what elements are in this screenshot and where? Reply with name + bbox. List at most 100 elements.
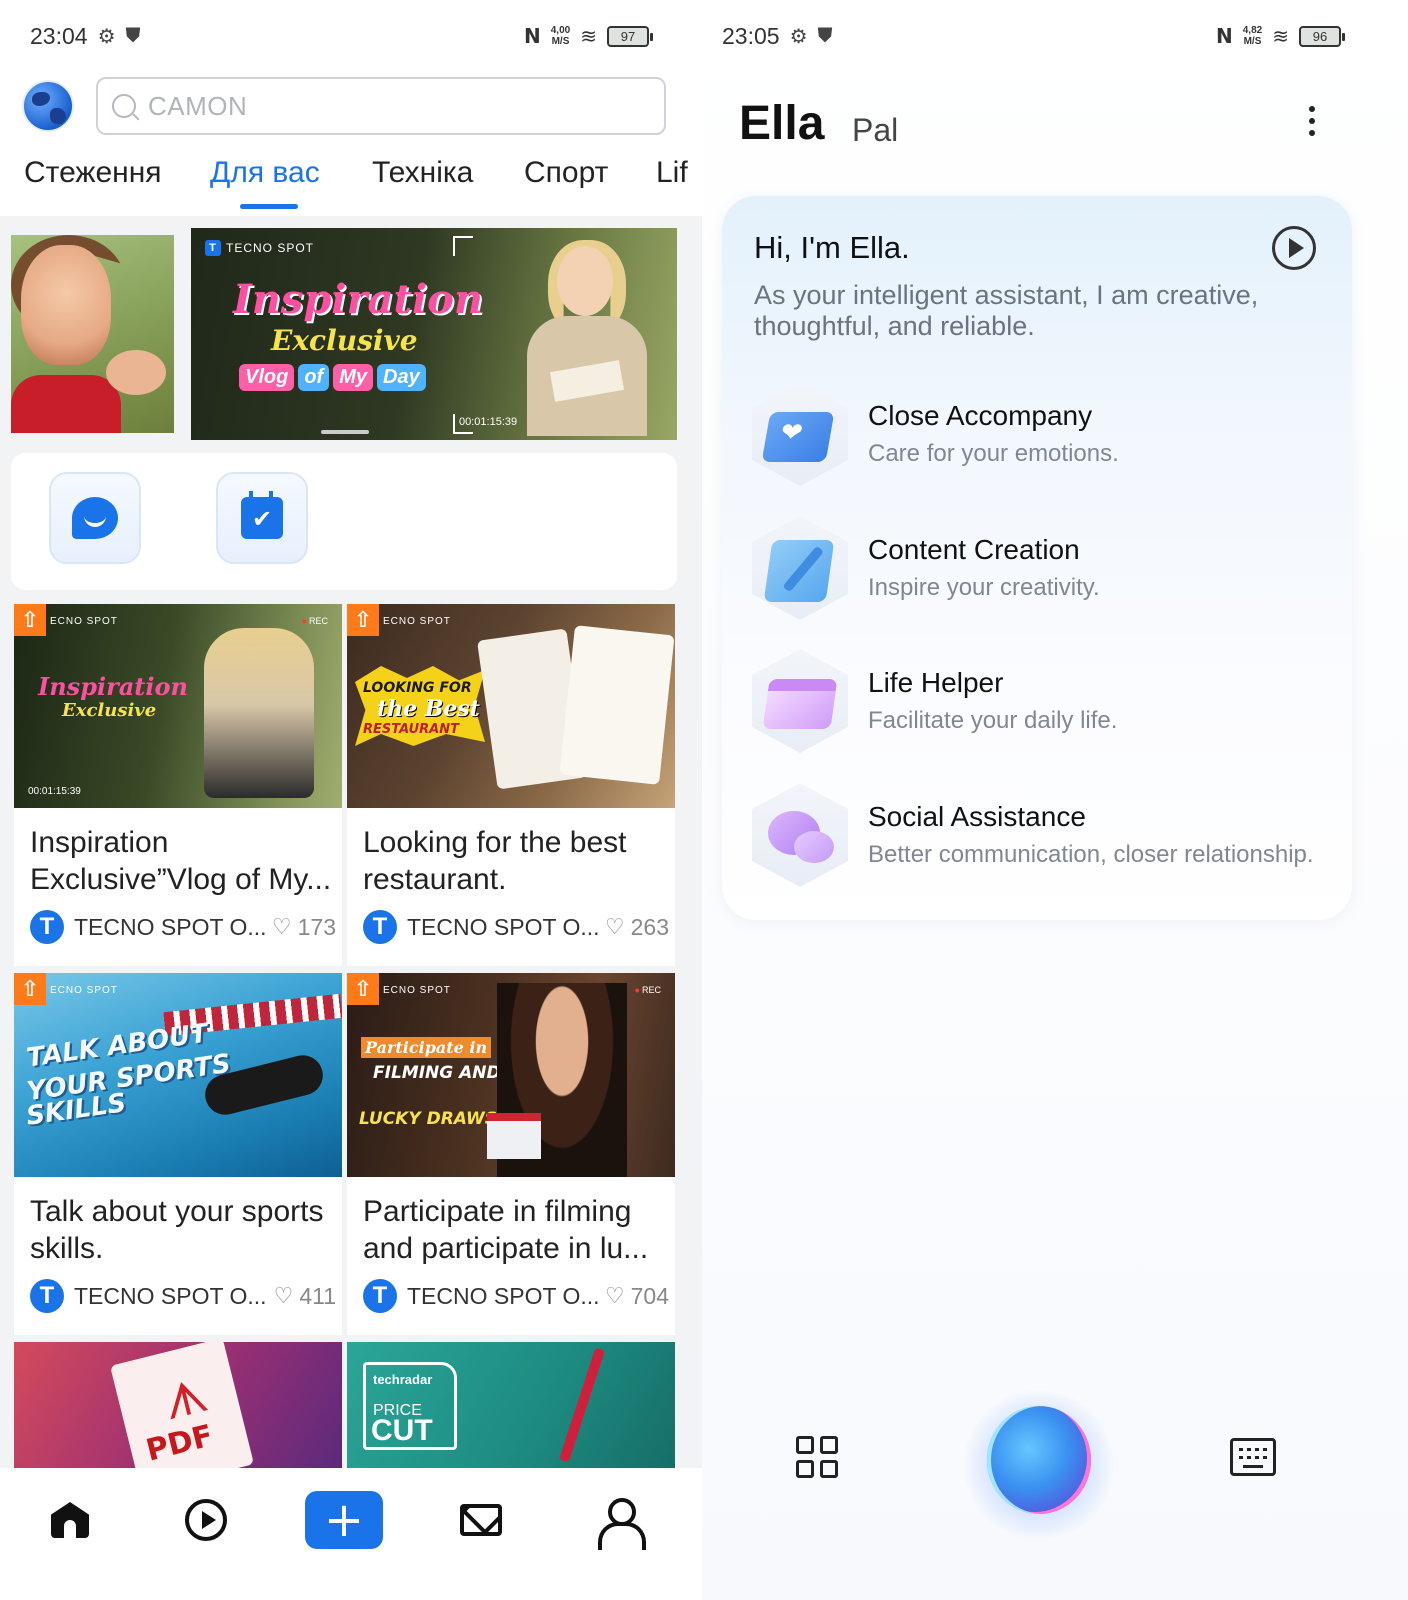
card-thumbnail: PDF ᗑ [14, 1342, 342, 1468]
author-avatar[interactable]: T [363, 1279, 397, 1313]
heart-icon[interactable]: ♡ [605, 915, 625, 940]
heart-icon[interactable]: ♡ [272, 915, 292, 940]
feed-card[interactable]: ⇧ ECNO SPOT LOOKING FOR the Best RESTAUR… [347, 604, 675, 966]
thumb-headline-3: LUCKY DRAWS [359, 1109, 498, 1129]
mail-icon [460, 1504, 502, 1536]
card-title: Talk about your sports skills. [30, 1195, 324, 1265]
card-meta: T TECNO SPOT O... ♡ 173 [30, 910, 336, 944]
chat-bubbles-icon [752, 783, 848, 887]
vlog-word: Day [377, 364, 426, 391]
card-thumbnail: ⇧ ECNO SPOT REC Inspiration Exclusive 00… [14, 604, 342, 808]
apps-grid-icon[interactable] [796, 1436, 842, 1482]
calendar-check-icon [241, 491, 283, 539]
icon-shape [761, 412, 835, 462]
banner-photo-shirt [11, 375, 121, 433]
tab-tech[interactable]: Техніка [372, 156, 473, 190]
page-subtitle-tab[interactable]: Pal [852, 112, 898, 149]
upload-badge-icon: ⇧ [14, 973, 46, 1005]
author-avatar[interactable]: T [30, 1279, 64, 1313]
feature-content-creation[interactable]: Content Creation Inspire your creativity… [752, 516, 1332, 626]
calendar-card-icon [752, 649, 848, 753]
feature-name: Content Creation [868, 534, 1080, 565]
assistant-bottom-bar [702, 1380, 1408, 1560]
card-thumbnail: ⇧ ECNO SPOT TALK ABOUT YOUR SPORTS SKILL… [14, 973, 342, 1177]
chat-bubble-icon [72, 497, 118, 539]
voice-assistant-orb[interactable] [987, 1406, 1091, 1514]
like-count: 263 [630, 913, 669, 940]
play-audio-icon[interactable] [1272, 226, 1316, 270]
feature-desc: Better communication, closer relationshi… [868, 841, 1314, 868]
author-name[interactable]: TECNO SPOT O... [407, 1283, 605, 1310]
header-area: 23:04 ⚙ ⛊ N 4,00 M/S ≋ 97 CAMON Стеження… [0, 0, 702, 216]
banner-brand-text: TECNO SPOT [226, 241, 315, 255]
feed-card[interactable]: ⇧ ECNO SPOT REC Participate in FILMING A… [347, 973, 675, 1335]
thumb-brand: techradar [373, 1372, 433, 1387]
banner-timestamp: 00:01:15:39 [459, 416, 518, 428]
banner-photo-hand [106, 350, 166, 395]
intro-text: As your intelligent assistant, I am crea… [754, 280, 1259, 341]
wifi-icon: ≋ [1272, 25, 1289, 48]
page-title: Ella [739, 97, 825, 150]
nav-create[interactable]: + [304, 1490, 384, 1550]
card-thumbnail: techradar PRICE CUT [347, 1342, 675, 1468]
card-meta: T TECNO SPOT O... ♡ 263 [363, 910, 669, 944]
status-bar: 23:04 ⚙ ⛊ [30, 20, 141, 52]
nav-home[interactable] [30, 1490, 110, 1550]
heart-icon[interactable]: ♡ [274, 1284, 294, 1309]
tecno-logo-icon: T [205, 240, 221, 256]
play-icon [185, 1499, 227, 1541]
feature-life-helper[interactable]: Life Helper Facilitate your daily life. [752, 649, 1332, 759]
heart-icon[interactable]: ♡ [605, 1284, 625, 1309]
like-count: 173 [297, 913, 336, 940]
feed-card[interactable]: ⇧ ECNO SPOT REC Inspiration Exclusive 00… [14, 604, 342, 966]
tab-life[interactable]: Lif [656, 156, 688, 190]
search-input[interactable]: CAMON [96, 77, 666, 135]
assistant-intro-card: Hi, I'm Ella. As your intelligent assist… [722, 196, 1352, 920]
calendar-shortcut-button[interactable] [216, 472, 308, 564]
thumb-vacuum [559, 1347, 605, 1463]
banner-photo-face [21, 245, 111, 365]
author-avatar[interactable]: T [30, 910, 64, 944]
tab-following[interactable]: Стеження [24, 156, 162, 190]
feature-close-accompany[interactable]: Close Accompany Care for your emotions. [752, 382, 1332, 492]
user-icon [598, 1498, 646, 1550]
card-title: Looking for the best restaurant. [363, 826, 627, 896]
left-screen: 23:04 ⚙ ⛊ N 4,00 M/S ≋ 97 CAMON Стеження… [0, 0, 702, 1600]
wifi-icon: ≋ [580, 25, 597, 48]
thumb-headline-2: Exclusive [62, 700, 157, 721]
shield-status-icon: ⛊ [125, 24, 141, 47]
nfc-icon: N [1216, 24, 1233, 48]
author-name[interactable]: TECNO SPOT O... [407, 914, 605, 941]
battery-level: 97 [620, 28, 636, 44]
nav-messages[interactable] [441, 1490, 521, 1550]
home-icon [51, 1502, 89, 1538]
carousel-main-banner[interactable]: T TECNO SPOT Inspiration Exclusive Vlog o… [191, 228, 677, 440]
feature-social-assistance[interactable]: Social Assistance Better communication, … [752, 783, 1332, 893]
vlog-word: My [333, 364, 374, 391]
heart-card-icon [752, 382, 848, 486]
icon-shape [762, 679, 838, 729]
upload-badge-icon: ⇧ [14, 604, 46, 636]
thumb-brand: ECNO SPOT [383, 616, 451, 627]
nav-videos[interactable] [166, 1490, 246, 1550]
rec-indicator: REC [635, 985, 661, 995]
banner-brand: T TECNO SPOT [205, 240, 314, 256]
feed-card[interactable]: PDF ᗑ [14, 1342, 342, 1468]
feature-desc: Care for your emotions. [868, 440, 1119, 467]
tab-sport[interactable]: Спорт [524, 156, 608, 190]
author-name[interactable]: TECNO SPOT O... [74, 914, 272, 941]
like-count: 411 [299, 1282, 336, 1309]
chat-shortcut-button[interactable] [49, 472, 141, 564]
feed-card[interactable]: techradar PRICE CUT [347, 1342, 675, 1468]
status-time: 23:04 [30, 22, 88, 49]
author-avatar[interactable]: T [363, 910, 397, 944]
carousel-prev-banner[interactable] [11, 235, 174, 433]
thumb-headline: Participate in [361, 1037, 492, 1058]
keyboard-icon[interactable] [1230, 1438, 1276, 1476]
more-options-icon[interactable] [1304, 106, 1320, 142]
feed-card[interactable]: ⇧ ECNO SPOT TALK ABOUT YOUR SPORTS SKILL… [14, 973, 342, 1335]
tab-for-you[interactable]: Для вас [210, 156, 320, 190]
author-name[interactable]: TECNO SPOT O... [74, 1283, 274, 1310]
globe-icon[interactable] [22, 80, 74, 132]
nav-profile[interactable] [578, 1490, 658, 1550]
